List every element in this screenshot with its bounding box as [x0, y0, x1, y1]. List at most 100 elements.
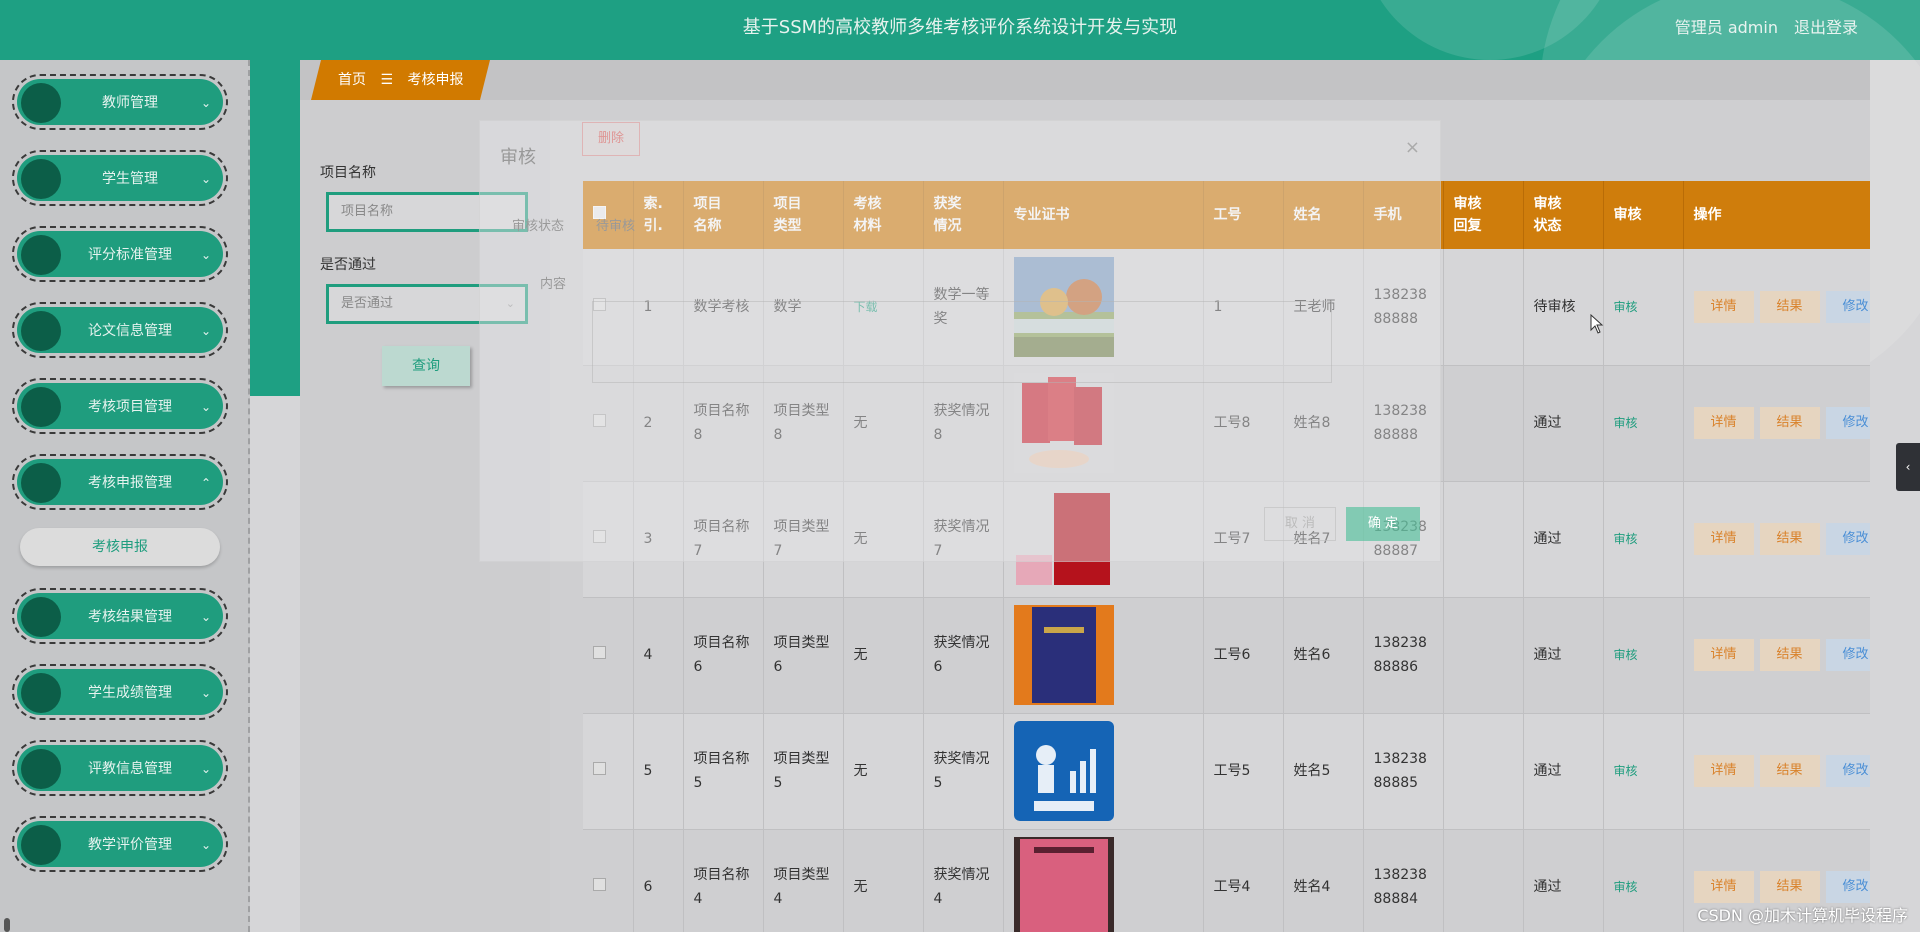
edit-button[interactable]: 修改 — [1825, 871, 1870, 903]
sidebar-item-student[interactable]: 学生管理 ⌄ — [12, 150, 228, 206]
audit-link[interactable]: 审核 — [1614, 648, 1638, 662]
audit-modal: 审核 × 审核状态 待审核 内容 取 消 确 定 — [479, 120, 1441, 562]
menu-pill[interactable]: 评分标准管理 ⌄ — [17, 231, 223, 277]
cancel-button[interactable]: 取 消 — [1264, 507, 1336, 541]
certificate-image[interactable] — [1013, 721, 1114, 821]
cell-status: 通过 — [1523, 713, 1604, 830]
certificate-image[interactable] — [1013, 837, 1114, 932]
audit-link[interactable]: 审核 — [1614, 880, 1638, 894]
detail-button[interactable]: 详情 — [1693, 871, 1754, 903]
menu-dot-icon — [21, 235, 61, 275]
cell-empno: 工号5 — [1203, 713, 1284, 830]
audit-link[interactable]: 审核 — [1614, 416, 1638, 430]
query-button[interactable]: 查询 — [382, 346, 470, 386]
cell-award: 获奖情况5 — [923, 713, 1004, 830]
detail-button[interactable]: 详情 — [1693, 639, 1754, 671]
edit-button[interactable]: 修改 — [1825, 523, 1870, 555]
chevron-left-icon[interactable]: ‹ — [1896, 443, 1920, 491]
audit-link[interactable]: 审核 — [1614, 532, 1638, 546]
menu-pill[interactable]: 论文信息管理 ⌄ — [17, 307, 223, 353]
cell-empno: 工号6 — [1203, 597, 1284, 714]
audit-link[interactable]: 审核 — [1614, 764, 1638, 778]
sidebar-item-scoring[interactable]: 评分标准管理 ⌄ — [12, 226, 228, 282]
result-button[interactable]: 结果 — [1759, 290, 1820, 323]
cell-status: 通过 — [1523, 597, 1604, 714]
audit-status-select[interactable]: 待审核 — [596, 215, 635, 234]
menu-pill[interactable]: 考核申报管理 ⌃ — [17, 459, 223, 505]
content-label: 内容 — [540, 277, 567, 292]
submenu-item-declaration[interactable]: 考核申报 — [20, 528, 220, 566]
cell-audit: 审核 — [1603, 597, 1684, 714]
content-textarea[interactable] — [592, 301, 1332, 383]
result-button[interactable]: 结果 — [1759, 407, 1820, 439]
audit-link[interactable]: 审核 — [1614, 300, 1638, 314]
breadcrumb: 首页 ☰ 考核申报 — [311, 60, 491, 100]
cell-empno: 工号4 — [1203, 829, 1284, 932]
sidebar-item-eval-info[interactable]: 评教信息管理 ⌄ — [12, 740, 228, 796]
cell-name: 项目名称6 — [683, 597, 764, 714]
detail-button[interactable]: 详情 — [1693, 290, 1754, 323]
cell-award: 获奖情况6 — [923, 597, 1004, 714]
row-checkbox[interactable] — [593, 878, 606, 891]
edit-button[interactable]: 修改 — [1825, 639, 1870, 671]
sidebar-item-paper[interactable]: 论文信息管理 ⌄ — [12, 302, 228, 358]
sidebar-item-declaration[interactable]: 考核申报管理 ⌃ — [12, 454, 228, 510]
sidebar-item-teaching-eval[interactable]: 教学评价管理 ⌄ — [12, 816, 228, 872]
result-button[interactable]: 结果 — [1759, 755, 1820, 787]
chevron-down-icon: ⌄ — [200, 172, 211, 186]
audit-status-label: 审核状态 — [512, 219, 565, 234]
cell-ops: 详情 结果 修改 — [1683, 249, 1870, 366]
detail-button[interactable]: 详情 — [1693, 755, 1754, 787]
cell-type: 项目类型4 — [763, 829, 844, 932]
edit-button[interactable]: 修改 — [1825, 755, 1870, 787]
menu-label: 考核申报管理 — [88, 475, 172, 491]
cell-cert — [1003, 597, 1204, 714]
chevron-down-icon: ⌄ — [200, 400, 211, 414]
menu-pill[interactable]: 考核结果管理 ⌄ — [17, 593, 223, 639]
cell-phone: 13823888886 — [1363, 597, 1444, 714]
row-checkbox[interactable] — [593, 762, 606, 775]
menu-pill[interactable]: 评教信息管理 ⌄ — [17, 745, 223, 791]
menu-pill[interactable]: 考核项目管理 ⌄ — [17, 383, 223, 429]
chevron-down-icon: ⌄ — [200, 610, 211, 624]
result-button[interactable]: 结果 — [1759, 639, 1820, 671]
result-button[interactable]: 结果 — [1759, 523, 1820, 555]
sidebar-scrollbar[interactable] — [4, 918, 10, 932]
cell-audit: 审核 — [1603, 713, 1684, 830]
row-checkbox-cell — [583, 829, 634, 932]
detail-button[interactable]: 详情 — [1693, 407, 1754, 439]
menu-pill[interactable]: 学生成绩管理 ⌄ — [17, 669, 223, 715]
confirm-button[interactable]: 确 定 — [1346, 507, 1420, 541]
sidebar-item-teacher[interactable]: 教师管理 ⌄ — [12, 74, 228, 130]
breadcrumb-bar: 首页 ☰ 考核申报 — [300, 60, 1870, 100]
menu-pill[interactable]: 教学评价管理 ⌄ — [17, 821, 223, 867]
sidebar: 教师管理 ⌄ 学生管理 ⌄ 评分标准管理 ⌄ 论文信息管理 ⌄ 考核项目管理 ⌄ 考核申报… — [0, 60, 250, 932]
chevron-down-icon: ⌄ — [200, 838, 211, 852]
menu-pill[interactable]: 教师管理 ⌄ — [17, 79, 223, 125]
col-ops: 操作 — [1683, 181, 1870, 249]
menu-label: 论文信息管理 — [88, 323, 172, 339]
sidebar-item-grades[interactable]: 学生成绩管理 ⌄ — [12, 664, 228, 720]
sidebar-item-result[interactable]: 考核结果管理 ⌄ — [12, 588, 228, 644]
menu-dot-icon — [21, 311, 61, 351]
cell-audit: 审核 — [1603, 829, 1684, 932]
result-button[interactable]: 结果 — [1759, 871, 1820, 903]
edit-button[interactable]: 修改 — [1825, 290, 1870, 323]
pass-status-value: 是否通过 — [341, 296, 394, 311]
menu-pill[interactable]: 学生管理 ⌄ — [17, 155, 223, 201]
menu-label: 教师管理 — [102, 95, 158, 111]
cell-index: 5 — [633, 713, 684, 830]
edit-button[interactable]: 修改 — [1825, 407, 1870, 439]
menu-label: 考核结果管理 — [88, 609, 172, 625]
certificate-image[interactable] — [1013, 605, 1114, 705]
menu-label: 教学评价管理 — [88, 837, 172, 853]
sidebar-item-project[interactable]: 考核项目管理 ⌄ — [12, 378, 228, 434]
row-checkbox[interactable] — [593, 646, 606, 659]
breadcrumb-home[interactable]: 首页 — [338, 72, 366, 88]
cell-material: 无 — [843, 829, 924, 932]
table-row: 5 项目名称5 项目类型5 无 获奖情况5 工号5 姓名5 1382388888… — [583, 713, 1870, 830]
watermark: CSDN @加木计算机毕设程序 — [1697, 906, 1908, 925]
cell-status: 通过 — [1523, 829, 1604, 932]
close-icon[interactable]: × — [1405, 137, 1420, 158]
detail-button[interactable]: 详情 — [1693, 523, 1754, 555]
